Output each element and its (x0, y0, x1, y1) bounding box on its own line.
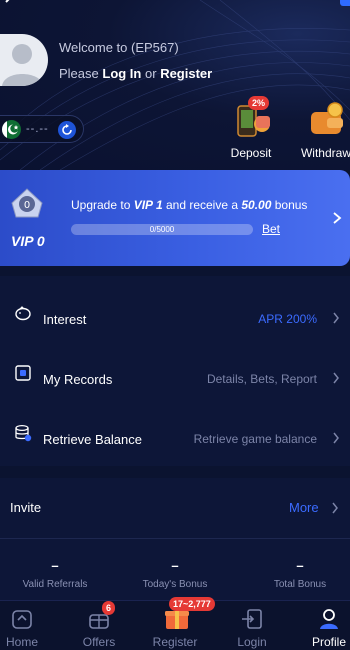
nav-label: Login (237, 635, 267, 649)
chevron-right-icon (333, 312, 339, 324)
stat-label: Today's Bonus (142, 579, 208, 590)
stat-todays-bonus: – Today's Bonus (120, 558, 230, 590)
menu-value: Details, Bets, Report (206, 372, 317, 386)
vip-progress-text: 0/5000 (149, 225, 175, 234)
balance-value: --.-- (26, 123, 49, 135)
records-icon (15, 365, 31, 381)
vip-text-mid: and receive a (165, 198, 239, 212)
nav-profile[interactable]: Profile (299, 607, 350, 649)
login-link[interactable]: Log In (102, 66, 141, 81)
menu-label: Retrieve Balance (43, 432, 142, 447)
deposit-badge: 2% (248, 96, 270, 110)
svg-text:0: 0 (24, 200, 30, 211)
stat-value: – (296, 558, 304, 573)
balance-pill: --.-- (0, 115, 84, 143)
bottom-nav: Home 6 Offers 17~2,777 Register Login Pr… (0, 597, 350, 650)
vip-bonus-amount: 50.00 (241, 198, 272, 212)
stat-label: Valid Referrals (22, 579, 88, 590)
profile-icon (317, 607, 341, 631)
login-prompt: Please Log In or Register (59, 66, 212, 81)
nav-label: Register (152, 635, 198, 649)
refresh-icon[interactable] (58, 121, 76, 139)
chevron-right-icon[interactable] (332, 211, 342, 225)
nav-home[interactable]: Home (0, 607, 52, 649)
invite-title: Invite (10, 500, 42, 515)
vip-text-prefix: Upgrade to (71, 198, 131, 212)
login-icon (240, 607, 264, 631)
menu-label: My Records (43, 372, 113, 387)
nav-label: Profile (311, 635, 346, 649)
withdraw-button[interactable]: Withdraw (296, 98, 350, 160)
welcome-text: Welcome to (EP567) (59, 40, 179, 55)
chevron-right-icon[interactable] (331, 502, 339, 514)
register-badge: 17~2,777 (169, 597, 215, 611)
nav-login[interactable]: Login (222, 607, 282, 649)
pakistan-flag-icon (2, 120, 21, 139)
menu-label: Interest (43, 312, 87, 327)
withdraw-icon (305, 98, 347, 140)
nav-label: Home (5, 635, 38, 649)
please-text: Please (59, 66, 99, 81)
database-icon (15, 424, 32, 442)
top-indicator (340, 0, 350, 6)
deposit-icon: 2% (232, 96, 274, 140)
nav-label: Offers (82, 635, 116, 649)
chevron-right-icon (333, 432, 339, 444)
menu-item-my-records[interactable]: My Records Details, Bets, Report (0, 342, 350, 402)
vip-level: VIP 0 (11, 233, 45, 249)
nav-offers[interactable]: 6 Offers (69, 601, 129, 649)
deposit-button[interactable]: 2% Deposit (228, 96, 278, 160)
menu-item-retrieve-balance[interactable]: Retrieve Balance Retrieve game balance (0, 402, 350, 462)
stat-valid-referrals: – Valid Referrals (0, 558, 110, 590)
invite-more-link[interactable]: More (289, 500, 319, 515)
vip-upgrade-text: Upgrade to VIP 1 and receive a 50.00 bon… (71, 198, 307, 212)
deposit-label: Deposit (230, 146, 272, 160)
vip-progress-bar: 0/5000 (71, 224, 253, 235)
home-icon (10, 607, 34, 631)
background-swirl (0, 0, 350, 170)
menu-list: Interest APR 200% My Records Details, Be… (0, 276, 350, 466)
menu-item-interest[interactable]: Interest APR 200% (0, 282, 350, 342)
stat-total-bonus: – Total Bonus (245, 558, 350, 590)
offers-badge: 6 (102, 601, 116, 615)
vip-emblem-icon: 0 (11, 188, 43, 218)
stat-value: – (51, 558, 59, 573)
register-link[interactable]: Register (160, 66, 212, 81)
piggy-bank-icon (15, 306, 31, 321)
menu-value: APR 200% (258, 312, 317, 326)
vip-bet-link[interactable]: Bet (262, 222, 280, 236)
withdraw-label: Withdraw (300, 146, 350, 160)
vip-card[interactable]: 0 VIP 0 Upgrade to VIP 1 and receive a 5… (0, 170, 350, 266)
back-arrow-icon[interactable] (2, 0, 16, 8)
stat-label: Total Bonus (273, 579, 327, 590)
vip-next-level: VIP 1 (133, 198, 163, 212)
or-text: or (145, 66, 157, 81)
stat-value: – (171, 558, 179, 573)
menu-value: Retrieve game balance (193, 432, 317, 446)
profile-header: Welcome to (EP567) Please Log In or Regi… (0, 0, 350, 170)
present-icon: 17~2,777 (163, 597, 215, 631)
chevron-right-icon (333, 372, 339, 384)
divider (0, 538, 350, 539)
gift-box-icon: 6 (87, 601, 116, 631)
nav-register[interactable]: 17~2,777 Register (145, 597, 215, 649)
vip-text-suffix: bonus (274, 198, 308, 212)
